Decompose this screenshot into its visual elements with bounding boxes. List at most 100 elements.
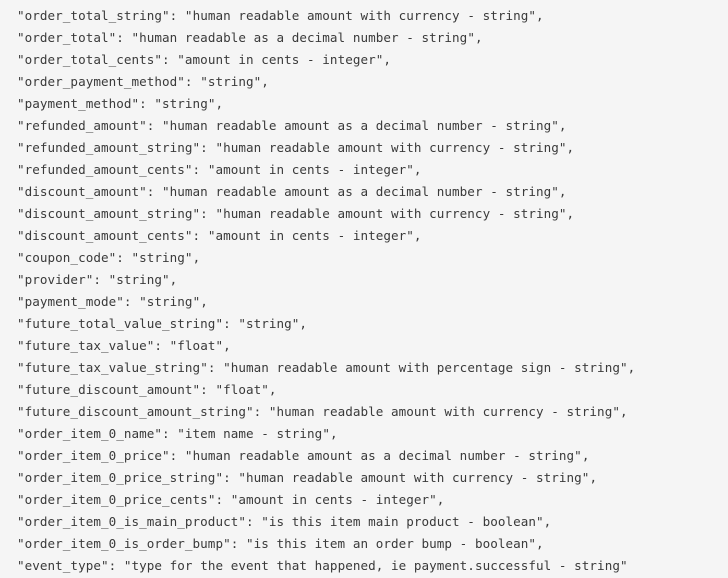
code-line: "order_item_0_price": "human readable am… (17, 448, 590, 463)
json-key: payment_method (24, 96, 132, 111)
code-line: "order_item_0_price_string": "human read… (17, 470, 598, 485)
code-line: "discount_amount_cents": "amount in cent… (17, 228, 422, 243)
json-value: type for the event that happened, ie pay… (131, 558, 620, 573)
trailing-comma: , (589, 470, 598, 485)
json-value: amount in cents - integer (215, 162, 407, 177)
trailing-comma: , (223, 338, 231, 353)
trailing-comma: , (566, 140, 575, 155)
trailing-comma: , (474, 30, 483, 45)
json-value: amount in cents - integer (184, 52, 376, 67)
json-key: order_payment_method (24, 74, 178, 89)
code-line: "coupon_code": "string", (17, 250, 201, 265)
json-key: order_total_cents (24, 52, 155, 67)
json-value: string (245, 316, 292, 331)
trailing-comma: , (200, 294, 208, 309)
code-line: "order_item_0_price_cents": "amount in c… (17, 492, 445, 507)
json-key: payment_mode (24, 294, 117, 309)
json-key: order_item_0_is_order_bump (24, 536, 224, 551)
trailing-comma: , (329, 426, 338, 441)
json-key: future_discount_amount (24, 382, 193, 397)
trailing-comma: , (627, 360, 636, 375)
json-value: human readable amount with currency - st… (192, 8, 529, 23)
code-line: "order_total_string": "human readable am… (17, 8, 544, 23)
code-line: "discount_amount": "human readable amoun… (17, 184, 567, 199)
code-line: "future_discount_amount": "float", (17, 382, 277, 397)
code-line: "future_total_value_string": "string", (17, 316, 308, 331)
trailing-comma: , (436, 492, 445, 507)
trailing-comma: , (581, 448, 590, 463)
json-value: human readable amount with currency - st… (276, 404, 613, 419)
code-line: "order_payment_method": "string", (17, 74, 269, 89)
code-line: "refunded_amount_cents": "amount in cent… (17, 162, 422, 177)
trailing-comma: , (215, 96, 224, 111)
json-key: order_total (24, 30, 109, 45)
trailing-comma: , (566, 206, 575, 221)
code-line: "order_item_0_is_order_bump": "is this i… (17, 536, 544, 551)
json-value: human readable amount as a decimal numbe… (169, 184, 552, 199)
trailing-comma: , (536, 8, 544, 23)
json-value: amount in cents - integer (215, 228, 407, 243)
json-key: discount_amount_string (24, 206, 193, 221)
trailing-comma: , (413, 228, 422, 243)
json-key: future_tax_value_string (24, 360, 201, 375)
code-line: "payment_method": "string", (17, 96, 224, 111)
json-key: coupon_code (24, 250, 109, 265)
json-value: string (139, 250, 185, 265)
json-value: human readable amount with currency - st… (223, 140, 559, 155)
trailing-comma: , (261, 74, 269, 89)
json-value: human readable amount as a decimal numbe… (192, 448, 575, 463)
json-value: is this item an order bump - boolean (253, 536, 529, 551)
code-line: "order_item_0_name": "item name - string… (17, 426, 338, 441)
trailing-comma: , (413, 162, 422, 177)
code-line: "order_total_cents": "amount in cents - … (17, 52, 392, 67)
json-value: human readable as a decimal number - str… (139, 30, 468, 45)
json-key: order_item_0_name (24, 426, 155, 441)
code-line: "event_type": "type for the event that h… (17, 558, 628, 573)
trailing-comma: , (383, 52, 392, 67)
json-key: order_item_0_is_main_product (24, 514, 239, 529)
json-value: string (162, 96, 208, 111)
json-key: refunded_amount (24, 118, 140, 133)
json-key: order_item_0_price (24, 448, 163, 463)
json-key: order_item_0_price_string (24, 470, 216, 485)
json-key: future_total_value_string (24, 316, 216, 331)
json-key: discount_amount_cents (24, 228, 185, 243)
json-value: human readable amount with percentage si… (230, 360, 620, 375)
code-line: "refunded_amount": "human readable amoun… (17, 118, 567, 133)
json-value: human readable amount as a decimal numbe… (169, 118, 552, 133)
trailing-comma: , (299, 316, 308, 331)
json-key: discount_amount (24, 184, 140, 199)
code-line: "future_discount_amount_string": "human … (17, 404, 628, 419)
code-line: "future_tax_value": "float", (17, 338, 231, 353)
trailing-comma: , (558, 184, 567, 199)
trailing-comma: , (558, 118, 567, 133)
json-value: string (146, 294, 193, 309)
code-line: "future_tax_value_string": "human readab… (17, 360, 636, 375)
code-line: "discount_amount_string": "human readabl… (17, 206, 575, 221)
json-key: order_item_0_price_cents (24, 492, 208, 507)
trailing-comma: , (169, 272, 178, 287)
json-key: future_discount_amount_string (24, 404, 246, 419)
json-key: refunded_amount_string (24, 140, 193, 155)
code-line: "refunded_amount_string": "human readabl… (17, 140, 575, 155)
code-block: "order_total_string": "human readable am… (0, 0, 728, 578)
json-value: string (116, 272, 163, 287)
code-line: "provider": "string", (17, 272, 178, 287)
json-value: float (177, 338, 216, 353)
json-value: is this item main product - boolean (268, 514, 536, 529)
json-key: event_type (24, 558, 101, 573)
json-value: string (207, 74, 254, 89)
json-key: refunded_amount_cents (24, 162, 185, 177)
json-value: amount in cents - integer (238, 492, 430, 507)
json-value: human readable amount with currency - st… (223, 206, 559, 221)
code-line: "payment_mode": "string", (17, 294, 208, 309)
json-value: human readable amount with currency - st… (245, 470, 582, 485)
trailing-comma: , (619, 404, 628, 419)
json-value: float (223, 382, 262, 397)
code-line: "order_total": "human readable as a deci… (17, 30, 483, 45)
code-line: "order_item_0_is_main_product": "is this… (17, 514, 552, 529)
json-key: future_tax_value (24, 338, 147, 353)
json-key: provider (24, 272, 86, 287)
json-key: order_total_string (24, 8, 163, 23)
trailing-comma: , (536, 536, 544, 551)
